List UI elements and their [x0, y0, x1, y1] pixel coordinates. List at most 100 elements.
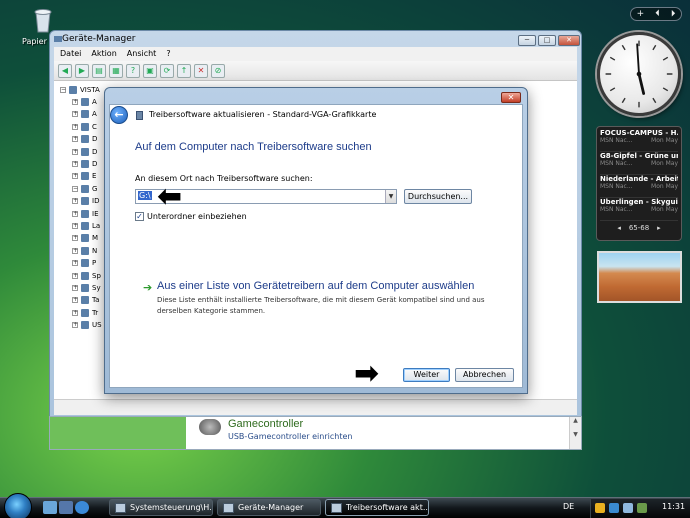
- tree-item[interactable]: + IE: [72, 209, 99, 219]
- device-category-icon: [81, 296, 89, 305]
- help-icon[interactable]: ?: [126, 63, 140, 78]
- device-category-icon: [81, 209, 89, 218]
- task-device-manager[interactable]: Geräte-Manager: [217, 499, 321, 516]
- task-update-driver[interactable]: Treibersoftware akt...: [325, 499, 429, 516]
- expand-icon[interactable]: +: [72, 297, 78, 304]
- expand-icon[interactable]: +: [72, 210, 78, 217]
- volume-icon[interactable]: [623, 503, 633, 513]
- add-gadget-button[interactable]: +: [637, 9, 645, 19]
- expand-icon[interactable]: +: [72, 309, 78, 316]
- dialog-close-button[interactable]: ✕: [501, 92, 521, 103]
- start-button[interactable]: [4, 493, 32, 518]
- menu-ansicht[interactable]: Ansicht: [127, 47, 157, 61]
- gamecontroller-link[interactable]: Gamecontroller: [228, 418, 303, 430]
- expand-icon[interactable]: +: [72, 148, 78, 155]
- feed-item[interactable]: FOCUS-CAMPUS - H... MSN Nac... Mon May: [600, 129, 678, 152]
- feed-item[interactable]: Niederlande - Arbeit... MSN Nac... Mon Ma…: [600, 175, 678, 198]
- tree-item[interactable]: + M: [72, 233, 98, 243]
- clock-time[interactable]: 11:31: [662, 502, 685, 511]
- next-page-button[interactable]: ⏵: [671, 9, 676, 19]
- tree-item[interactable]: + C: [72, 122, 97, 132]
- expand-icon[interactable]: +: [72, 247, 78, 254]
- show-desktop-icon[interactable]: [43, 501, 57, 514]
- annotation-arrow-right-icon: ➡: [354, 356, 380, 391]
- expand-icon[interactable]: +: [72, 99, 78, 105]
- tree-item[interactable]: − G: [72, 184, 97, 194]
- tree-item[interactable]: + Ta: [72, 295, 99, 305]
- expand-icon[interactable]: +: [72, 285, 78, 291]
- prev-page-button[interactable]: ⏴: [655, 9, 660, 19]
- properties-icon[interactable]: ▦: [109, 63, 123, 78]
- feed-next-button[interactable]: ▸: [657, 224, 661, 232]
- scrollbar[interactable]: ▲ ▼: [569, 417, 581, 449]
- tree-item[interactable]: + A: [72, 97, 97, 107]
- expand-icon[interactable]: +: [72, 161, 78, 167]
- expand-icon[interactable]: +: [72, 173, 78, 180]
- expand-icon[interactable]: +: [72, 235, 78, 242]
- cancel-button[interactable]: Abbrechen: [455, 368, 514, 382]
- browse-button[interactable]: Durchsuchen...: [404, 189, 472, 204]
- tree-root[interactable]: − VISTA: [60, 85, 100, 95]
- clock-gadget[interactable]: [597, 32, 681, 116]
- control-panel-sidebar: [50, 417, 186, 449]
- minimize-button[interactable]: ─: [518, 35, 536, 46]
- tree-item[interactable]: + Tr: [72, 308, 98, 318]
- expand-icon[interactable]: +: [72, 260, 78, 267]
- next-button[interactable]: Weiter: [403, 368, 450, 382]
- tree-item[interactable]: + N: [72, 246, 97, 256]
- collapse-icon[interactable]: −: [60, 87, 66, 93]
- up-icon[interactable]: ▤: [92, 63, 106, 78]
- feed-prev-button[interactable]: ◂: [617, 224, 621, 232]
- expand-icon[interactable]: +: [72, 322, 78, 329]
- menu-help[interactable]: ?: [166, 47, 170, 61]
- network-icon[interactable]: [609, 503, 619, 513]
- tree-item[interactable]: + E: [72, 171, 96, 181]
- view-icon[interactable]: ▣: [143, 63, 157, 78]
- maximize-button[interactable]: □: [538, 35, 556, 46]
- expand-icon[interactable]: +: [72, 198, 78, 205]
- tree-item[interactable]: + La: [72, 221, 100, 231]
- tree-item[interactable]: + P: [72, 258, 96, 268]
- security-shield-icon[interactable]: [595, 503, 605, 513]
- tree-item[interactable]: + D: [72, 159, 97, 169]
- feed-item[interactable]: Überlingen - Skyguid... MSN Nac... Mon Ma…: [600, 198, 678, 221]
- choose-from-list-link[interactable]: Aus einer Liste von Gerätetreibern auf d…: [157, 280, 474, 292]
- device-category-icon: [81, 110, 89, 119]
- expand-icon[interactable]: +: [72, 136, 78, 143]
- tree-item[interactable]: + US: [72, 320, 102, 330]
- tree-item[interactable]: + D: [72, 134, 97, 144]
- expand-icon[interactable]: +: [72, 123, 78, 130]
- disable-icon[interactable]: ⊘: [211, 63, 225, 78]
- language-indicator[interactable]: DE: [563, 502, 574, 511]
- menu-aktion[interactable]: Aktion: [91, 47, 116, 61]
- switch-windows-icon[interactable]: [59, 501, 73, 514]
- update-driver-icon[interactable]: ↑: [177, 63, 191, 78]
- internet-explorer-icon[interactable]: [75, 501, 89, 514]
- subfolders-checkbox[interactable]: ✓: [135, 212, 144, 221]
- expand-icon[interactable]: +: [72, 223, 78, 229]
- tree-item[interactable]: + A: [72, 109, 97, 119]
- forward-icon[interactable]: ▶: [75, 63, 89, 78]
- slideshow-gadget[interactable]: [597, 251, 682, 303]
- expand-icon[interactable]: +: [72, 272, 78, 279]
- sidebar-controls[interactable]: + ⏴ ⏵: [630, 7, 682, 21]
- scan-hardware-icon[interactable]: ⟳: [160, 63, 174, 78]
- tree-item[interactable]: + Sp: [72, 271, 101, 281]
- gamecontroller-setup-link[interactable]: USB-Gamecontroller einrichten: [228, 432, 352, 441]
- chevron-down-icon[interactable]: ▼: [385, 190, 396, 203]
- device-icon: [331, 503, 342, 513]
- expand-icon[interactable]: −: [72, 185, 78, 192]
- menu-datei[interactable]: Datei: [60, 47, 81, 61]
- back-arrow-icon[interactable]: ←: [110, 106, 128, 124]
- uninstall-icon[interactable]: ✕: [194, 63, 208, 78]
- feed-item[interactable]: G8-Gipfel - Grüne un... MSN Nac... Mon Ma…: [600, 152, 678, 175]
- close-button[interactable]: ✕: [558, 35, 580, 46]
- expand-icon[interactable]: +: [72, 111, 78, 118]
- tree-item[interactable]: + D: [72, 147, 97, 157]
- news-feed-gadget[interactable]: FOCUS-CAMPUS - H... MSN Nac... Mon May G8…: [596, 126, 682, 241]
- back-icon[interactable]: ◀: [58, 63, 72, 78]
- task-systemsteuerung[interactable]: Systemsteuerung\H...: [109, 499, 213, 516]
- tree-item[interactable]: + ID: [72, 196, 99, 206]
- device-tray-icon[interactable]: [637, 503, 647, 513]
- tree-item[interactable]: + Sy: [72, 283, 101, 293]
